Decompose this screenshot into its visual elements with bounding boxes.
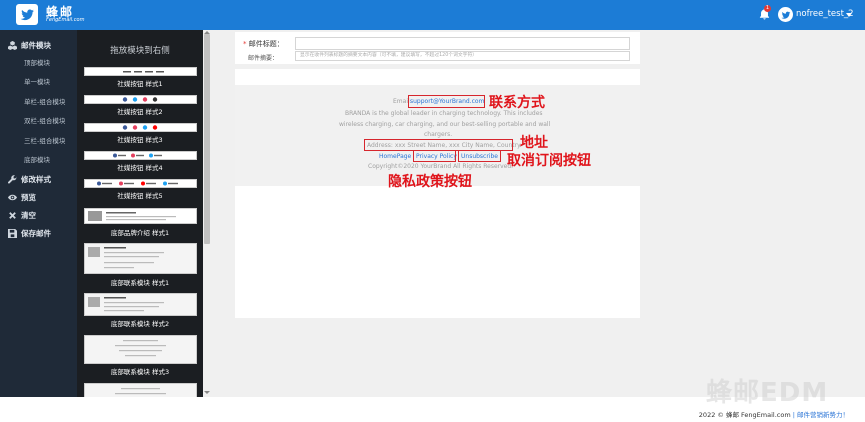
footer-desc-line2: wireless charging, car charging, and our… [339, 121, 551, 128]
social-icons-preview [97, 181, 178, 186]
sidebar-item-modify-style[interactable]: 修改样式 [0, 170, 77, 188]
sidebar: 邮件模块 顶部模块 单一模块 单栏-组合模块 双栏-组合模块 三栏-组合模块 底… [0, 30, 77, 397]
sidebar-group-label: 保存邮件 [21, 228, 51, 238]
contact-preview [115, 388, 166, 395]
subject-label: * 邮件标题： [243, 39, 284, 49]
sidebar-item-single-module[interactable]: 单一模块 [0, 73, 77, 92]
module-thumbnail-social-5[interactable] [84, 179, 197, 188]
summary-label: 邮件摘要： [248, 55, 279, 62]
social-icons-preview [122, 125, 158, 130]
annotation-box-unsubscribe [458, 150, 501, 162]
module-label: 底部联系模块 样式1 [110, 279, 170, 287]
sidebar-item-clear[interactable]: 清空 [0, 206, 77, 224]
cubes-icon [8, 40, 17, 50]
social-icons-preview [113, 153, 162, 158]
footer-desc-line1: BRANDA is the global leader in charging … [345, 110, 543, 117]
sidebar-group-label: 清空 [21, 210, 36, 220]
annotation-contact: 联系方式 [489, 95, 545, 111]
module-thumbnail-social-4[interactable] [84, 151, 197, 160]
sidebar-group-modules[interactable]: 邮件模块 [0, 36, 77, 54]
sidebar-item-three-column[interactable]: 三栏-组合模块 [0, 132, 77, 151]
module-thumbnail-social-3[interactable] [84, 123, 197, 132]
module-label: 社媒按钮 样式2 [117, 108, 163, 116]
page-copyright: 2022 © 蜂邮 FengEmail.com | 邮件营销新势力！ [699, 409, 849, 419]
module-label: 社媒按钮 样式3 [117, 136, 163, 144]
subject-input[interactable] [295, 37, 630, 50]
contact-preview [115, 340, 166, 357]
social-icons-preview [122, 97, 158, 102]
social-bar-preview [123, 71, 164, 73]
module-thumbnail-social-1[interactable] [84, 67, 197, 76]
annotation-box-privacy [413, 150, 456, 162]
eye-icon [8, 194, 17, 201]
sidebar-item-save[interactable]: 保存邮件 [0, 224, 77, 242]
sidebar-group-label: 邮件模块 [21, 40, 51, 50]
annotation-privacy: 隐私政策按钮 [388, 174, 472, 190]
annotation-box-contact [408, 95, 485, 108]
sidebar-item-two-column[interactable]: 双栏-组合模块 [0, 112, 77, 131]
scrollbar-thumb[interactable] [204, 34, 210, 244]
module-thumbnail-contact-2[interactable] [84, 293, 197, 316]
module-label: 社媒按钮 样式5 [117, 192, 163, 200]
module-label: 社媒按钮 样式4 [117, 164, 163, 172]
notification-badge: 1 [764, 5, 771, 12]
logo-icon[interactable] [16, 4, 38, 25]
module-thumbnail-partial[interactable] [84, 383, 197, 397]
chevron-down-icon[interactable] [846, 13, 852, 17]
top-bar: 蜂邮 FengEmail.com 1 nofree_test_2 [0, 0, 865, 30]
username[interactable]: nofree_test_2 [796, 9, 854, 19]
sidebar-item-preview[interactable]: 预览 [0, 188, 77, 206]
module-thumbnail-brand-intro[interactable] [84, 208, 197, 224]
save-icon [8, 228, 17, 238]
subject-label-text: 邮件标题： [248, 40, 284, 48]
module-label: 底部品牌介绍 样式1 [110, 229, 170, 237]
annotation-address: 地址 [520, 135, 548, 151]
module-thumbnail-contact-3[interactable] [84, 335, 197, 364]
contact-preview [88, 297, 164, 312]
avatar[interactable] [778, 7, 793, 22]
footer-desc-line3: chargers. [424, 131, 453, 138]
module-thumbnail-contact-1[interactable] [84, 243, 197, 274]
sidebar-item-top-module[interactable]: 顶部模块 [0, 54, 77, 73]
slogan-text: | 邮件营销新势力！ [792, 411, 849, 419]
module-label: 底部联系模块 样式3 [110, 368, 170, 376]
module-panel: 拖放模块到右侧 社媒按钮 样式1 社媒按钮 样式2 社媒按钮 样式3 社媒按钮 … [77, 30, 203, 397]
footer-homepage-link[interactable]: HomePage [379, 153, 411, 160]
required-mark: * [243, 40, 247, 48]
footer-copyright: Copyright©2020 YourBrand All Rights Rese… [368, 163, 514, 170]
sidebar-group-label: 预览 [21, 192, 36, 202]
module-thumbnail-social-2[interactable] [84, 95, 197, 104]
watermark: 蜂邮EDM [706, 378, 829, 408]
annotation-unsubscribe: 取消订阅按钮 [507, 153, 591, 169]
app-domain: FengEmail.com [46, 17, 85, 23]
wrench-icon [8, 175, 17, 184]
module-label: 社媒按钮 样式1 [117, 80, 163, 88]
close-icon [9, 212, 16, 219]
scroll-down-icon[interactable] [204, 391, 210, 394]
module-panel-title: 拖放模块到右侧 [110, 46, 170, 56]
copyright-text: 2022 © 蜂邮 FengEmail.com [698, 411, 791, 419]
sidebar-item-one-column[interactable]: 单栏-组合模块 [0, 93, 77, 112]
summary-input[interactable]: 显示在收件列表标题的摘要文本内容（可不填，建议填写，不超过120个词文字符） [295, 51, 630, 61]
sidebar-group-label: 修改样式 [21, 174, 51, 184]
sidebar-item-bottom-module[interactable]: 底部模块 [0, 151, 77, 170]
brand-intro-preview [88, 211, 176, 221]
module-label: 底部联系模块 样式2 [110, 320, 170, 328]
contact-preview [88, 247, 164, 269]
